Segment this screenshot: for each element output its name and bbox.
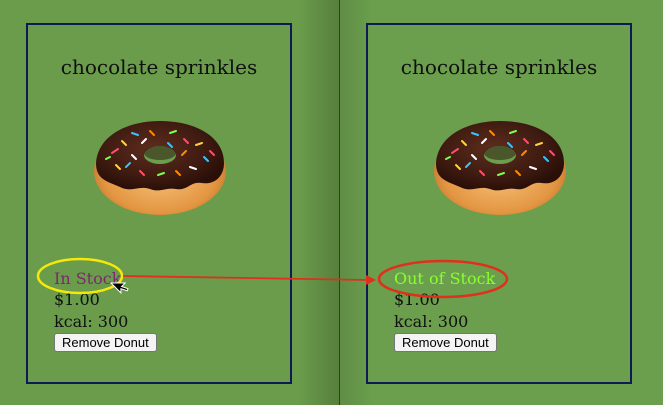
stock-status: Out of Stock <box>394 269 496 288</box>
donut-price: $1.00 <box>54 290 100 309</box>
donut-image <box>94 121 226 215</box>
donut-price: $1.00 <box>394 290 440 309</box>
donut-title: chocolate sprinkles <box>60 55 258 79</box>
donut-kcal: kcal: 300 <box>54 312 129 331</box>
donut-title: chocolate sprinkles <box>400 55 598 79</box>
donut-card-left: chocolate sprinkles In Stock $1.00 kcal:… <box>26 23 292 384</box>
remove-donut-button[interactable]: Remove Donut <box>394 333 497 352</box>
remove-donut-button[interactable]: Remove Donut <box>54 333 157 352</box>
stock-status: In Stock <box>54 269 122 288</box>
panel-divider <box>339 0 340 405</box>
donut-card-right: chocolate sprinkles Out of Stock $1.00 k… <box>366 23 632 384</box>
donut-kcal: kcal: 300 <box>394 312 469 331</box>
donut-image <box>434 121 566 215</box>
